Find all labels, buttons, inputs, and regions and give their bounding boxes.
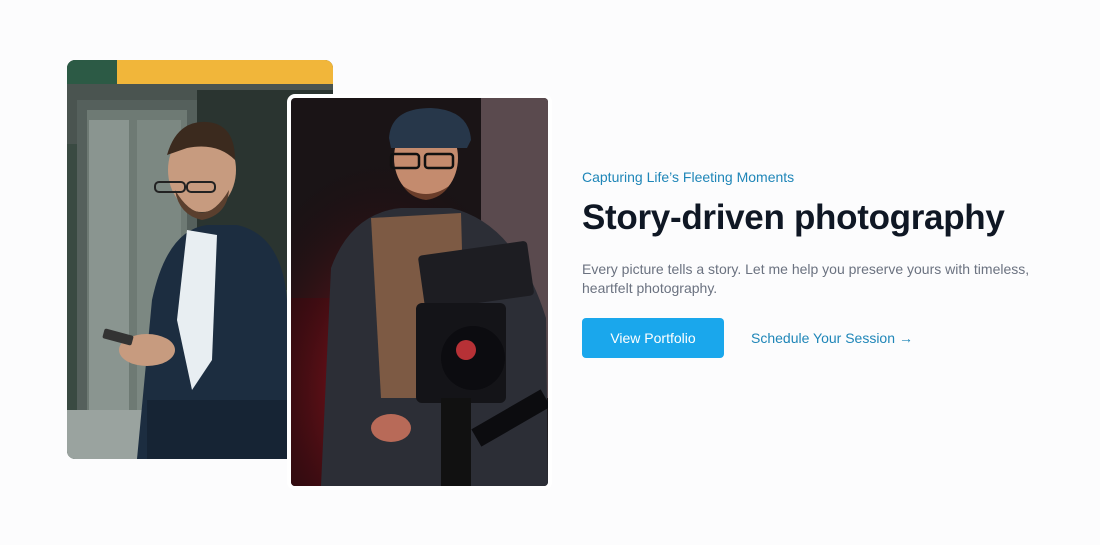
hero-copy: Capturing Life’s Fleeting Moments Story-… (582, 166, 1062, 358)
hero-actions: View Portfolio Schedule Your Session → (582, 318, 1062, 358)
view-portfolio-button[interactable]: View Portfolio (582, 318, 724, 358)
schedule-session-link[interactable]: Schedule Your Session → (751, 330, 913, 346)
arrow-right-icon: → (899, 330, 913, 346)
schedule-session-label: Schedule Your Session (751, 330, 895, 346)
photo-photographer-with-camera (287, 94, 552, 490)
hero-headline: Story-driven photography (582, 198, 1005, 237)
hero-section: Capturing Life’s Fleeting Moments Story-… (0, 0, 1100, 545)
eyebrow-text: Capturing Life’s Fleeting Moments (582, 169, 795, 185)
hero-lead: Every picture tells a story. Let me help… (582, 261, 1030, 296)
